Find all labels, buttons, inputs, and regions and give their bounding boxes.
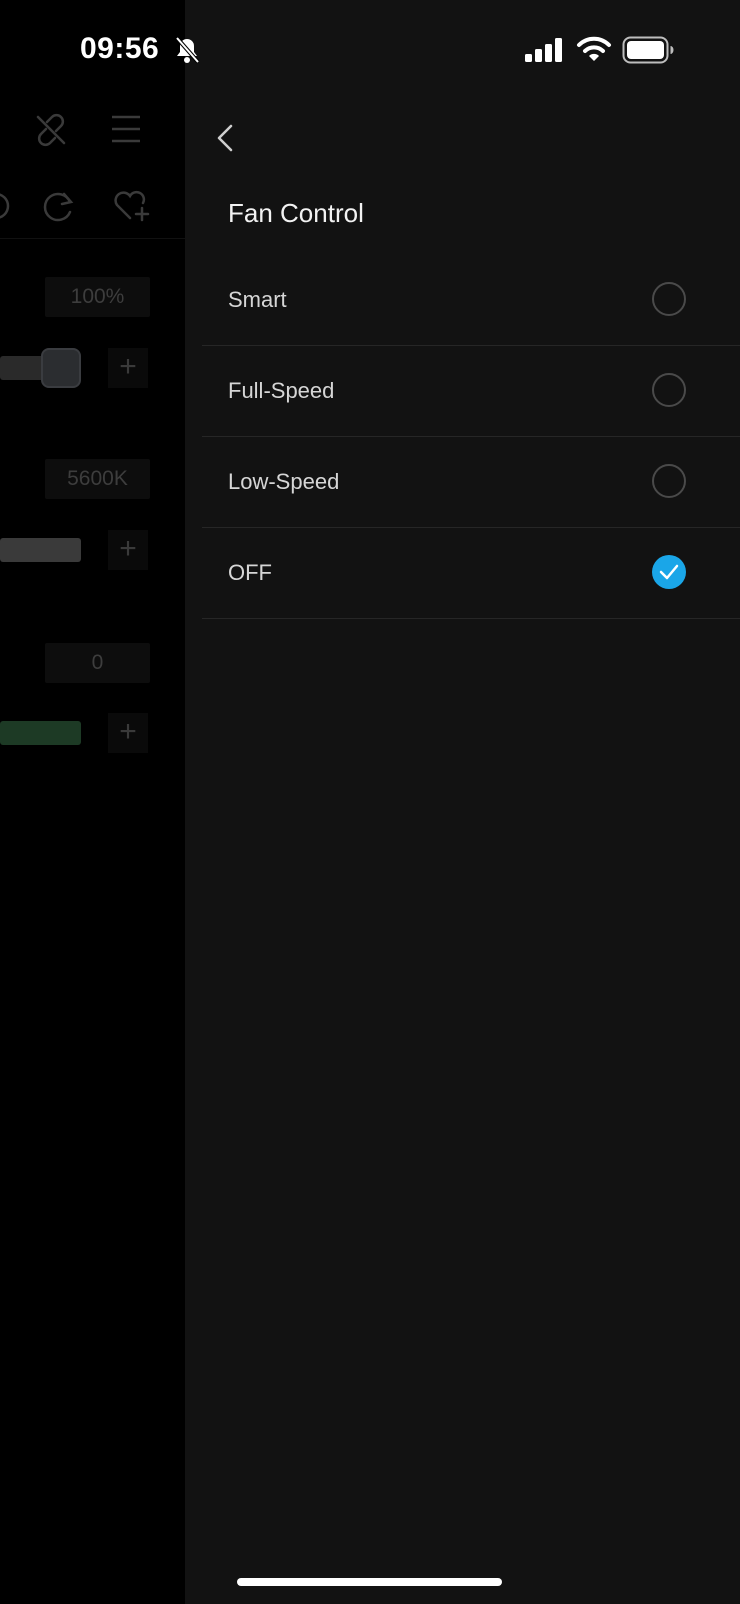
wifi-icon xyxy=(577,36,611,61)
fan-option-off[interactable]: OFF xyxy=(202,528,740,619)
brightness-value: 100% xyxy=(45,277,150,317)
checkmark-icon xyxy=(659,564,679,580)
fan-mode-list: Smart Full-Speed Low-Speed OFF xyxy=(202,255,740,619)
heart-plus-icon xyxy=(114,190,150,222)
option-label: Full-Speed xyxy=(228,378,335,403)
cct-track xyxy=(0,538,81,562)
radio-unchecked-icon[interactable] xyxy=(652,373,686,407)
fan-option-low-speed[interactable]: Low-Speed xyxy=(202,437,740,528)
link-off-icon xyxy=(36,113,66,147)
redo-icon xyxy=(43,192,74,222)
radio-unchecked-icon[interactable] xyxy=(652,464,686,498)
home-indicator xyxy=(237,1578,502,1586)
option-label: Smart xyxy=(228,287,287,312)
cct-plus-button: + xyxy=(108,530,148,570)
battery-icon xyxy=(622,36,674,64)
toolbar-divider xyxy=(0,238,185,239)
brightness-thumb xyxy=(41,348,81,388)
chevron-left-icon xyxy=(217,124,233,152)
fan-control-panel: Fan Control Smart Full-Speed Low-Speed O… xyxy=(185,0,740,1604)
gm-value: 0 xyxy=(45,643,150,683)
background-app: 100% + 5600K + 0 + xyxy=(0,0,185,1604)
brightness-plus-button: + xyxy=(108,348,148,388)
status-time: 09:56 xyxy=(80,32,160,65)
undo-icon xyxy=(0,193,10,219)
option-label: OFF xyxy=(228,560,272,585)
fan-option-smart[interactable]: Smart xyxy=(202,255,740,346)
fan-option-full-speed[interactable]: Full-Speed xyxy=(202,346,740,437)
radio-checked-icon[interactable] xyxy=(652,555,686,589)
radio-unchecked-icon[interactable] xyxy=(652,282,686,316)
gm-track xyxy=(0,721,81,745)
cellular-signal-icon xyxy=(525,38,562,62)
gm-plus-button: + xyxy=(108,713,148,753)
menu-icon xyxy=(112,115,140,143)
bell-slash-icon xyxy=(175,36,200,64)
page-title: Fan Control xyxy=(228,198,364,228)
option-label: Low-Speed xyxy=(228,469,340,494)
status-bar: 09:56 xyxy=(0,0,740,100)
back-button[interactable] xyxy=(207,118,247,158)
cct-value: 5600K xyxy=(45,459,150,499)
